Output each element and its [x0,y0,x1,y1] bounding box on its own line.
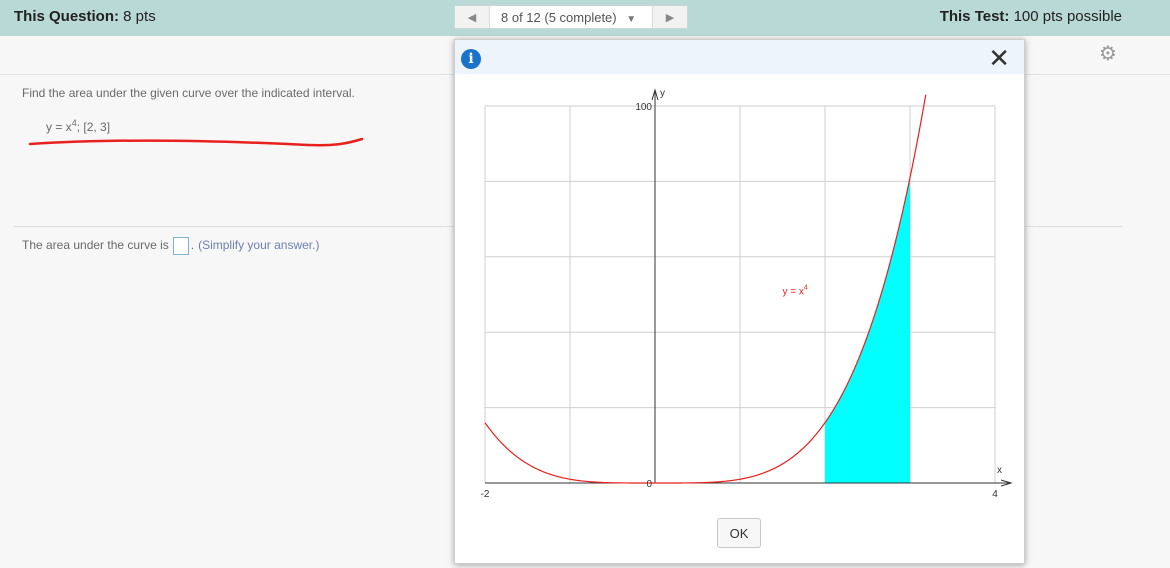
shaded-area [825,177,910,483]
x-tick-label: -2 [481,489,490,500]
arrow-right-icon: ▶ [665,11,675,24]
answer-hint: (Simplify your answer.) [198,238,320,253]
previous-question-button[interactable]: ◀ [455,6,490,28]
ok-button[interactable]: OK [717,518,761,548]
question-points-label: This Question: [14,8,119,25]
next-question-button[interactable]: ▶ [652,6,687,28]
answer-line: The area under the curve is. (Simplify yo… [22,237,319,255]
question-points: This Question: 8 pts [14,8,156,25]
gear-icon[interactable]: ⚙ [1099,44,1119,64]
question-navigator: ◀ 8 of 12 (5 complete) ▼ ▶ [454,5,688,29]
dialog-header: i ✕ [455,40,1024,74]
test-points-label: This Test: [939,8,1010,25]
answer-input[interactable] [172,237,189,255]
graph-dialog: i ✕ y x 100 0 -2 4 y = x4 OK [454,39,1025,564]
curve-label-base: y = x [783,287,804,298]
question-select-dropdown[interactable]: 8 of 12 (5 complete) ▼ [501,10,636,25]
plot-grid [484,105,996,484]
question-status-text: 8 of 12 (5 complete) [501,10,617,25]
equation-interval: ; [2, 3] [76,120,111,134]
x-tick-label: 4 [992,489,998,500]
test-points-value: 100 pts possible [1013,8,1122,25]
answer-suffix: . [190,238,195,253]
question-equation: y = x4; [2, 3] [46,118,110,134]
curve-label-exp: 4 [804,285,808,292]
test-points: This Test: 100 pts possible [940,8,1122,25]
curve-label: y = x4 [783,285,808,298]
top-bar: This Question: 8 pts ◀ 8 of 12 (5 comple… [0,0,1170,36]
answer-prefix: The area under the curve is [22,238,169,253]
graph-plot: y x 100 0 -2 4 y = x4 [481,88,1013,500]
question-prompt: Find the area under the given curve over… [22,86,355,100]
info-icon: i [461,49,481,69]
y-axis-label: y [660,88,665,99]
caret-down-icon: ▼ [626,14,637,25]
x-axis-label: x [997,465,1002,476]
arrow-left-icon: ◀ [467,11,477,24]
equation-lhs: y = x [46,120,72,134]
y-tick-label: 100 [635,102,652,113]
origin-tick-label: 0 [646,479,652,490]
close-icon[interactable]: ✕ [988,45,1010,71]
question-points-value: 8 pts [123,8,156,25]
red-underline-annotation [28,137,364,147]
